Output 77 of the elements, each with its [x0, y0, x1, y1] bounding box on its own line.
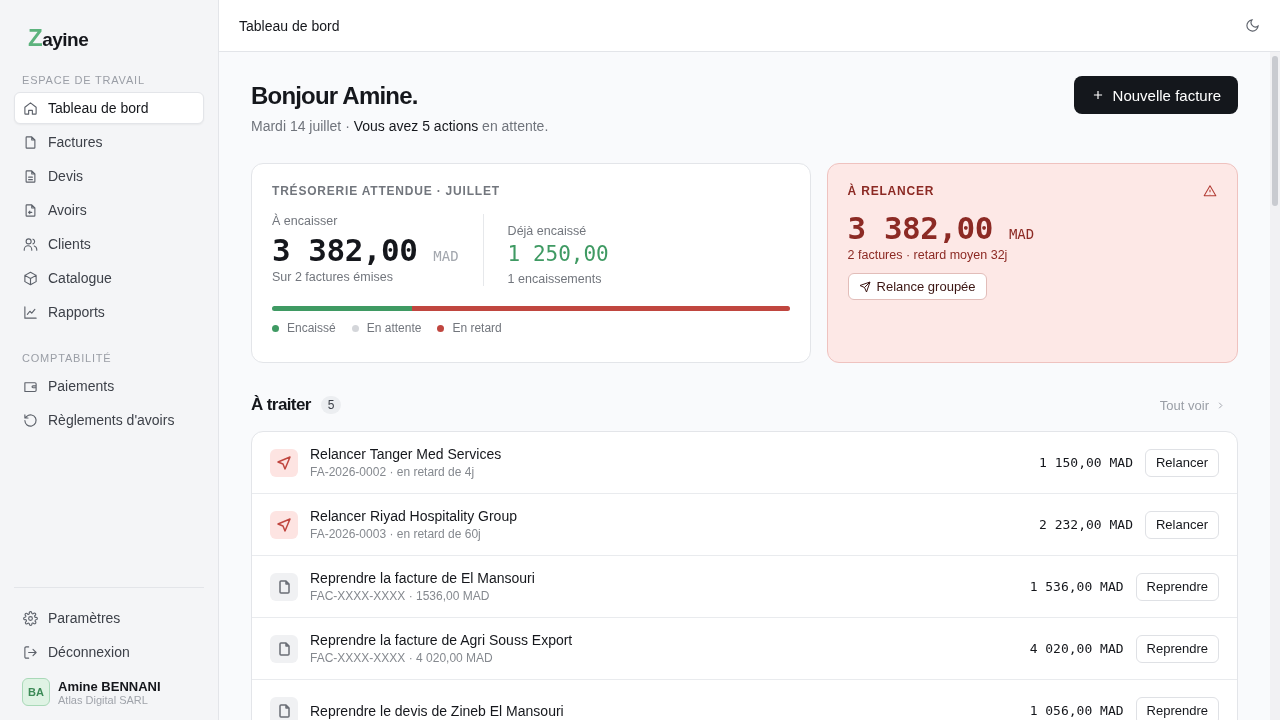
greeting-subtitle: Mardi 14 juillet · Vous avez 5 actions en attente. [251, 118, 549, 134]
user-name: Amine BENNANI [58, 678, 161, 694]
logout-icon [23, 644, 38, 660]
rotate-icon [23, 412, 38, 428]
action-button[interactable]: Reprendre [1135, 696, 1219, 720]
task-amount: 2 232,00 MAD [1039, 517, 1133, 532]
task-title: Reprendre le devis de Zineb El Mansouri [310, 702, 565, 719]
section-heading: COMPTABILITÉ [22, 352, 113, 364]
legend-label: En attente [366, 321, 422, 335]
sidebar-item[interactable]: Règlements d'avoirs [14, 404, 204, 436]
document-icon [270, 634, 298, 663]
currency: MAD [433, 248, 459, 264]
warning-icon [1203, 184, 1217, 198]
task-title: Relancer Riyad Hospitality Group [310, 508, 518, 524]
send-icon [270, 448, 298, 477]
scrollbar[interactable] [1270, 52, 1280, 720]
sidebar-item[interactable]: Factures [14, 126, 204, 158]
cube-icon [23, 270, 38, 286]
legend-label: En retard [452, 321, 502, 335]
send-icon [270, 510, 298, 539]
sidebar-item[interactable]: Déconnexion [14, 636, 204, 668]
sidebar-item[interactable]: Avoirs [14, 194, 204, 226]
settings-icon [23, 610, 38, 626]
document-icon [270, 696, 298, 720]
sidebar-item[interactable]: Rapports [14, 296, 204, 328]
reminder-note: 2 factures · retard moyen 32j [847, 248, 1009, 262]
sidebar-item[interactable]: Paiements [14, 370, 204, 402]
sidebar-item[interactable]: Catalogue [14, 262, 204, 294]
task-detail: FA-2026-0002 · en retard de 4j [310, 465, 476, 479]
greeting-title: Bonjour Amine. [251, 82, 419, 110]
document-icon [270, 572, 298, 601]
task-title: Relancer Tanger Med Services [310, 446, 503, 462]
sidebar-item[interactable]: Tableau de bord [14, 92, 204, 124]
task-detail: FA-2026-0003 · en retard de 60j [310, 527, 482, 541]
page-title: Tableau de bord [239, 17, 340, 34]
people-icon [23, 236, 38, 252]
card-title: À RELANCER [847, 184, 935, 198]
moon-icon[interactable] [1245, 18, 1260, 33]
chart-icon [23, 304, 38, 320]
amount: 3 382,00 [847, 210, 993, 246]
send-icon [858, 280, 871, 293]
amount-note: 1 encaissements [507, 272, 603, 286]
amount-note: Sur 2 factures émises [272, 270, 394, 284]
task-amount: 1 056,00 MAD [1029, 703, 1124, 718]
document-icon [23, 168, 38, 184]
count-badge: 5 [320, 396, 342, 414]
company-name: Atlas Digital SARL [58, 693, 149, 706]
avatar: BA [22, 678, 50, 706]
action-button[interactable]: Relancer [1144, 510, 1219, 539]
card-title: TRÉSORERIE ATTENDUE · JUILLET [272, 184, 501, 198]
new-invoice-button[interactable]: Nouvelle facture [1073, 76, 1238, 114]
action-button[interactable]: Reprendre [1135, 572, 1219, 601]
amount-label: À encaisser [272, 214, 339, 228]
section-title: À traiter [251, 395, 311, 415]
currency: MAD [1008, 226, 1035, 242]
section-heading: ESPACE DE TRAVAIL [22, 74, 146, 86]
sidebar-item[interactable]: Clients [14, 228, 204, 260]
task-title: Reprendre la facture de Agri Souss Export [310, 632, 574, 648]
action-button[interactable]: Reprendre [1135, 634, 1219, 663]
group-reminder-button[interactable]: Relance groupée [847, 273, 987, 300]
task-title: Reprendre la facture de El Mansouri [310, 570, 536, 586]
logo: Zayine [28, 24, 89, 52]
task-amount: 1 150,00 MAD [1039, 455, 1133, 470]
amount-label: Déjà encaissé [507, 224, 588, 238]
sidebar-item[interactable]: Paramètres [14, 602, 204, 634]
task-detail: FAC-XXXX-XXXX · 4 020,00 MAD [310, 651, 494, 665]
amount: 3 382,00 [272, 232, 418, 268]
sidebar-item[interactable]: Devis [14, 160, 204, 192]
task-amount: 1 536,00 MAD [1029, 579, 1124, 594]
document-icon [23, 202, 38, 218]
amount: 1 250,00 [507, 242, 609, 266]
home-icon [23, 100, 38, 116]
action-button[interactable]: Relancer [1144, 448, 1219, 477]
task-detail: FAC-XXXX-XXXX · 1536,00 MAD [310, 589, 491, 603]
legend-label: Encaissé [287, 321, 336, 335]
document-icon [23, 134, 38, 150]
task-amount: 4 020,00 MAD [1029, 641, 1124, 656]
